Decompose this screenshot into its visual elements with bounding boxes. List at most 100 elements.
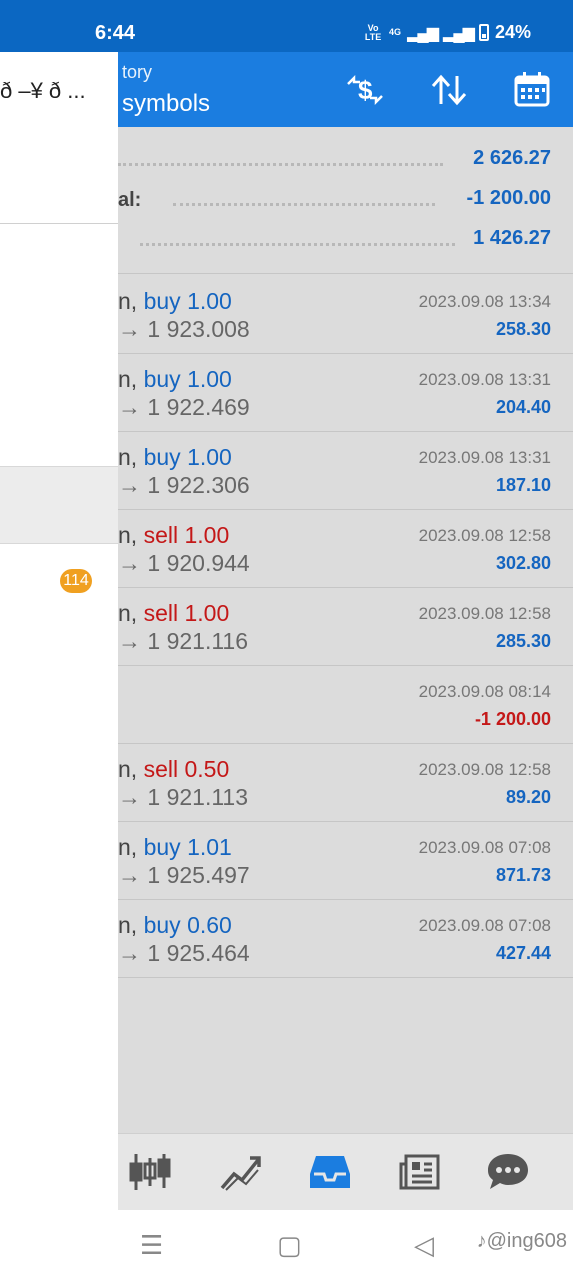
deal-price: → 1 922.469 [118,394,250,420]
deal-symbol: n, buy 1.00 [118,444,232,470]
deal-volume: 0.50 [184,756,230,782]
deal-profit: 258.30 [495,319,551,339]
signal-icon-2: ▂▄▆ [443,24,475,42]
deal-price: → 1 923.008 [118,316,250,342]
bottom-nav [118,1133,573,1210]
history-list[interactable]: 2 626.27 al: -1 200.00 1 426.27 n, buy 1… [118,127,573,1133]
volte-icon: Vo LTE [364,22,382,42]
dot-leader [118,163,443,167]
quotes-icon[interactable] [122,1146,178,1198]
deal-volume: 1.00 [184,522,230,548]
status-icons: Vo LTE 4G ▂▄▆ ▂▄▆ 24% [363,22,531,43]
deal-price: → 1 920.944 [118,550,250,576]
chat-icon[interactable] [480,1146,536,1198]
deal-volume: 1.00 [184,600,230,626]
deal-side: sell [143,756,179,782]
deal-symbol: n, sell 1.00 [118,600,230,626]
deal-side: sell [143,522,179,548]
deal-row[interactable]: n, buy 1.00 → 1 922.469 2023.09.08 13:31… [118,354,573,432]
balance-row[interactable]: 2023.09.08 08:14 -1 200.00 [118,666,573,744]
sort-icon[interactable] [426,68,472,112]
status-bar: 6:44 Vo LTE 4G ▂▄▆ ▂▄▆ 24% [0,0,573,52]
deal-price: → 1 925.497 [118,862,250,888]
summary-label: al: [118,189,142,211]
deal-row[interactable]: n, buy 1.00 → 1 923.008 2023.09.08 13:34… [118,276,573,354]
deal-row[interactable]: n, buy 1.01 → 1 925.497 2023.09.08 07:08… [118,822,573,900]
signal-icon: ▂▄▆ [407,24,439,42]
deal-profit: 427.44 [495,943,551,963]
drawer-header-text: ð –¥ ð ... [0,78,86,103]
deal-price: → 1 921.113 [118,784,249,810]
deal-side: buy [143,444,181,470]
chart-icon[interactable] [212,1146,268,1198]
tiktok-icon: ♪ [476,1230,487,1252]
summary-panel: 2 626.27 al: -1 200.00 1 426.27 [118,127,573,274]
deal-row[interactable]: n, sell 1.00 → 1 921.116 2023.09.08 12:5… [118,588,573,666]
deal-volume: 0.60 [187,912,232,938]
deal-time: 2023.09.08 13:31 [418,370,551,389]
deal-profit: 204.40 [495,397,551,417]
summary-row-balance: 1 426.27 [118,221,573,261]
home-icon[interactable]: ▢ [277,1230,302,1261]
deal-price: → 1 921.116 [118,628,249,654]
drawer-selected-item[interactable] [0,466,118,544]
deal-time: 2023.09.08 13:31 [418,448,551,467]
menu-icon[interactable]: ☰ [140,1230,163,1261]
deal-row[interactable]: n, buy 1.00 → 1 922.306 2023.09.08 13:31… [118,432,573,510]
system-nav-bar: ☰ ▢ ◁ ♪@ing608 [0,1210,573,1280]
deal-profit: -1 200.00 [474,709,551,729]
dot-leader [173,203,435,207]
deal-symbol: n, buy 0.60 [118,912,232,938]
summary-row-profit: 2 626.27 [118,141,573,181]
deal-profit: 89.20 [505,787,551,807]
deal-volume: 1.01 [187,834,232,860]
deal-symbol: n, buy 1.01 [118,834,232,860]
deal-volume: 1.00 [187,366,232,392]
svg-text:$: $ [358,75,373,105]
summary-value: 2 626.27 [473,147,551,169]
deal-time: 2023.09.08 07:08 [418,838,551,857]
summary-row-withdrawal: al: -1 200.00 [118,181,573,221]
deal-side: sell [143,600,179,626]
news-icon[interactable] [392,1146,448,1198]
notification-badge: 114 [60,569,92,593]
deal-row[interactable]: n, buy 0.60 → 1 925.464 2023.09.08 07:08… [118,900,573,978]
history-inbox-icon[interactable] [302,1146,358,1198]
deal-profit: 187.10 [495,475,551,495]
deal-row[interactable]: n, sell 1.00 → 1 920.944 2023.09.08 12:5… [118,510,573,588]
deal-side: buy [143,366,181,392]
summary-value: -1 200.00 [466,187,551,209]
drawer-divider [0,223,118,224]
battery-icon [478,24,489,41]
deal-time: 2023.09.08 12:58 [418,526,551,545]
back-icon[interactable]: ◁ [414,1230,434,1261]
deal-volume: 1.00 [187,444,232,470]
currency-exchange-icon[interactable]: $ [342,68,388,112]
deal-profit: 871.73 [495,865,551,885]
deal-side: buy [143,834,181,860]
deal-time: 2023.09.08 07:08 [418,916,551,935]
deal-profit: 302.80 [495,553,551,573]
deal-price: → 1 925.464 [118,940,250,966]
deal-symbol: n, buy 1.00 [118,288,232,314]
deal-side: buy [143,912,181,938]
summary-value: 1 426.27 [473,227,551,249]
deal-row[interactable]: n, sell 0.50 → 1 921.113 2023.09.08 12:5… [118,744,573,822]
deal-price: → 1 922.306 [118,472,250,498]
app-bar-title[interactable]: symbols [122,90,210,118]
network-type-label: 4G [389,27,402,37]
deal-time: 2023.09.08 12:58 [418,760,551,779]
deal-time: 2023.09.08 08:14 [418,682,551,701]
deal-symbol: n, sell 1.00 [118,522,230,548]
deal-time: 2023.09.08 12:58 [418,604,551,623]
side-drawer[interactable]: ð –¥ ð ... 114 [0,52,118,1210]
app-bar-subtitle: tory [122,62,153,82]
battery-percent: 24% [494,22,531,42]
deal-profit: 285.30 [495,631,551,651]
dot-leader [140,243,455,247]
clock: 6:44 [95,22,136,44]
calendar-icon[interactable] [509,68,555,112]
deal-time: 2023.09.08 13:34 [418,292,551,311]
deal-side: buy [143,288,181,314]
deal-symbol: n, buy 1.00 [118,366,232,392]
